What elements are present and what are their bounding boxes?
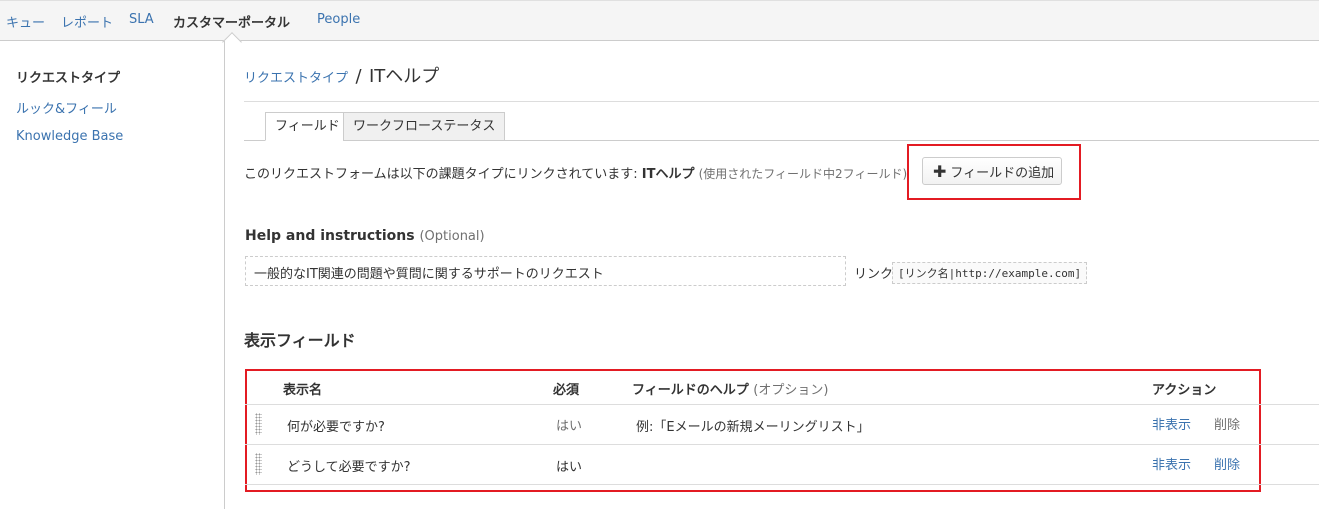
field-usage: (使用されたフィールド中2フィールド) bbox=[698, 167, 908, 181]
hide-link[interactable]: 非表示 bbox=[1152, 414, 1191, 433]
row-required: はい bbox=[556, 419, 583, 434]
visible-fields-title: 表示フィールド bbox=[244, 331, 356, 350]
nav-queues[interactable]: キュー bbox=[6, 12, 45, 31]
link-syntax-hint: [リンク名|http://example.com] bbox=[892, 262, 1088, 284]
add-field-button[interactable]: ✚ フィールドの追加 bbox=[922, 157, 1062, 185]
issue-type: ITヘルプ bbox=[641, 167, 695, 182]
header-field-help-optional: (オプション) bbox=[753, 383, 829, 398]
drag-handle-icon[interactable] bbox=[255, 413, 262, 435]
divider bbox=[244, 101, 1319, 102]
page-title: ITヘルプ bbox=[369, 66, 440, 87]
help-label: Help and instructions (Optional) bbox=[245, 228, 485, 244]
breadcrumb: リクエストタイプ / ITヘルプ bbox=[244, 62, 439, 88]
row-divider bbox=[245, 484, 1319, 485]
delete-link[interactable]: 削除 bbox=[1214, 414, 1240, 433]
form-link-text: このリクエストフォームは以下の課題タイプにリンクされています: bbox=[244, 167, 638, 182]
nav-people[interactable]: People bbox=[317, 12, 360, 27]
link-label: リンク bbox=[854, 267, 894, 282]
sidebar-item-request-types[interactable]: リクエストタイプ bbox=[16, 67, 120, 86]
nav-sla[interactable]: SLA bbox=[129, 12, 154, 27]
header-field-help: フィールドのヘルプ (オプション) bbox=[632, 379, 828, 398]
drag-handle-icon[interactable] bbox=[255, 453, 262, 475]
add-field-label: フィールドの追加 bbox=[950, 165, 1055, 181]
row-field-name: 何が必要ですか? bbox=[287, 420, 385, 435]
top-nav: キュー レポート SLA カスタマーポータル People bbox=[0, 0, 1319, 52]
row-divider bbox=[245, 444, 1319, 445]
row-field-name: どうして必要ですか? bbox=[287, 460, 411, 475]
tab-fields[interactable]: フィールド bbox=[265, 112, 350, 141]
nav-customer-portal[interactable]: カスタマーポータル bbox=[173, 12, 290, 31]
breadcrumb-parent-link[interactable]: リクエストタイプ bbox=[244, 71, 348, 86]
sidebar-item-look-and-feel[interactable]: ルック&フィール bbox=[16, 98, 117, 117]
delete-link[interactable]: 削除 bbox=[1214, 454, 1240, 473]
help-instructions-field[interactable]: 一般的なIT関連の問題や質問に関するサポートのリクエスト bbox=[245, 256, 846, 286]
tab-bar: フィールド ワークフローステータス bbox=[244, 112, 1319, 141]
help-optional-label: (Optional) bbox=[419, 229, 485, 244]
sidebar: リクエストタイプ ルック&フィール Knowledge Base bbox=[0, 41, 225, 509]
help-label-text: Help and instructions bbox=[245, 228, 415, 244]
header-required: 必須 bbox=[553, 383, 580, 398]
hide-link[interactable]: 非表示 bbox=[1152, 454, 1191, 473]
form-link-info: このリクエストフォームは以下の課題タイプにリンクされています: ITヘルプ (使… bbox=[244, 163, 907, 182]
row-required: はい bbox=[556, 460, 583, 475]
nav-reports[interactable]: レポート bbox=[61, 12, 113, 31]
sidebar-item-knowledge-base[interactable]: Knowledge Base bbox=[16, 129, 123, 144]
header-field-help-text: フィールドのヘルプ bbox=[632, 383, 749, 398]
header-display-name: 表示名 bbox=[283, 383, 323, 398]
active-nav-notch bbox=[222, 32, 242, 52]
tab-workflow-statuses[interactable]: ワークフローステータス bbox=[343, 112, 506, 141]
breadcrumb-separator: / bbox=[355, 66, 362, 87]
header-actions: アクション bbox=[1152, 383, 1217, 398]
row-field-help[interactable]: 例:「Eメールの新規メーリングリスト」 bbox=[636, 416, 870, 435]
row-divider bbox=[245, 404, 1319, 405]
plus-icon: ✚ bbox=[933, 161, 947, 181]
